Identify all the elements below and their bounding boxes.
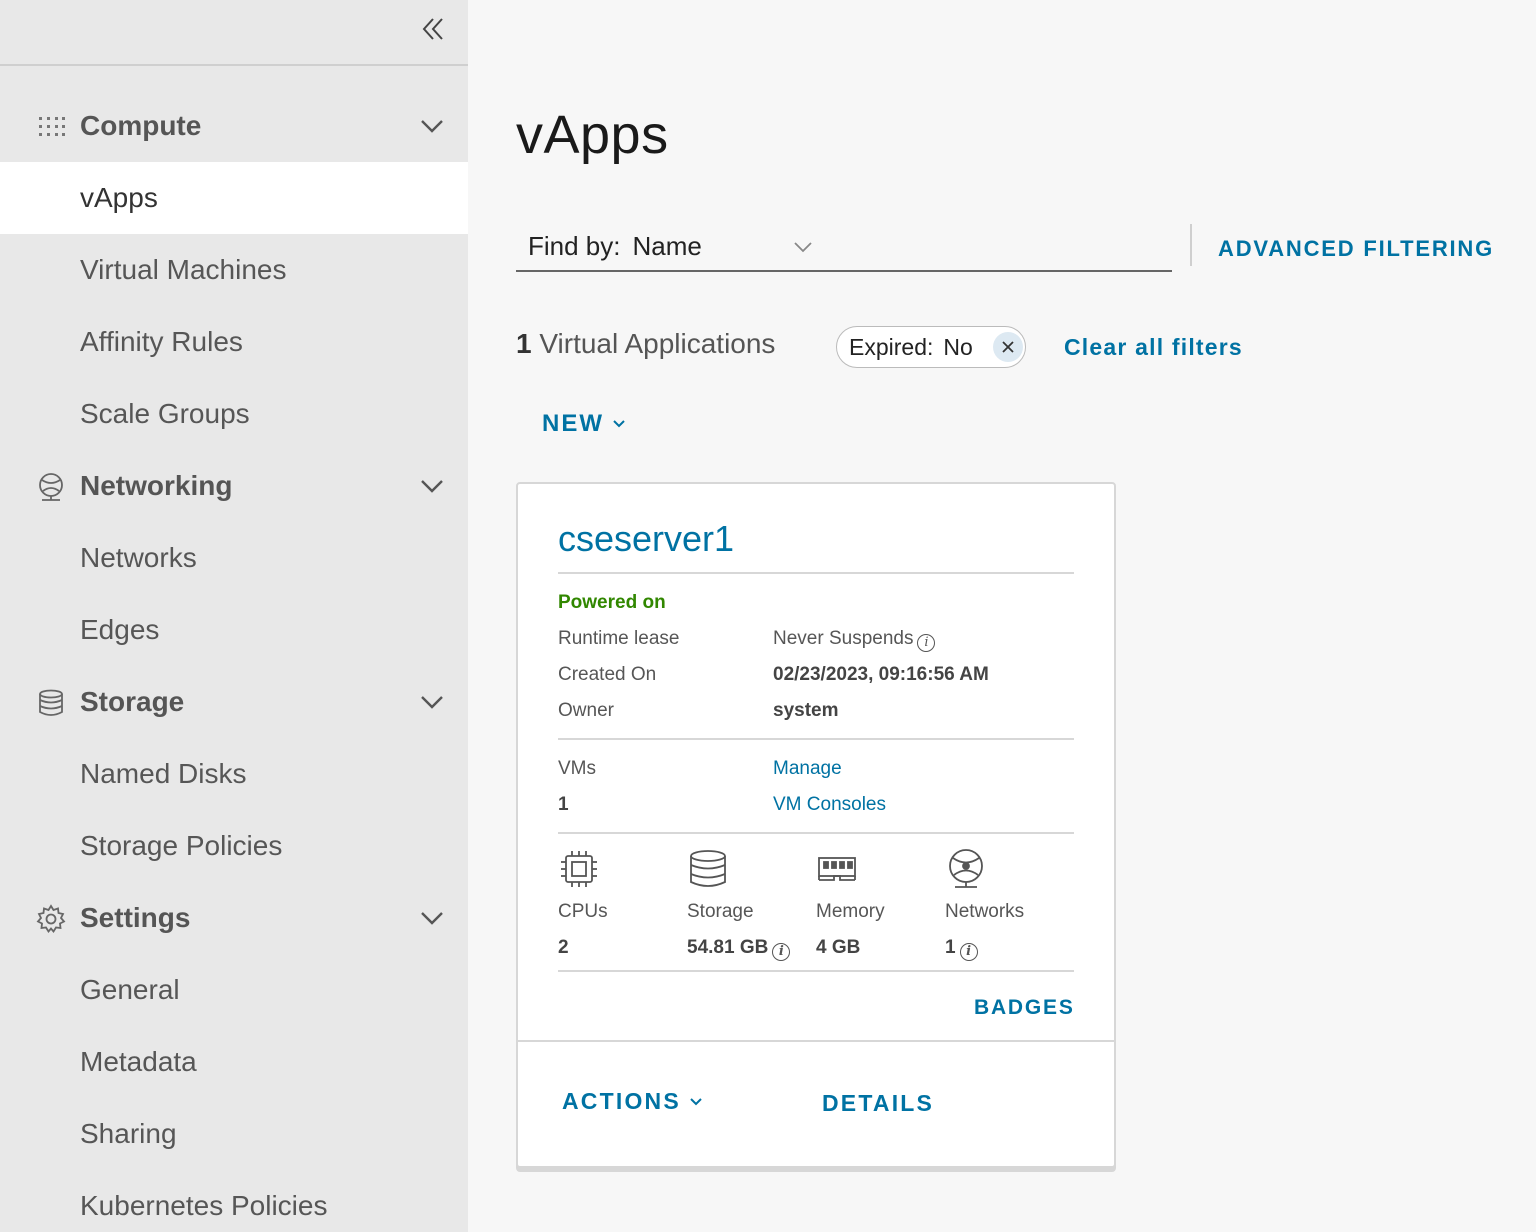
nav-group-settings[interactable]: Settings (0, 882, 468, 954)
chevron-down-icon (421, 696, 443, 709)
network-globe-icon (949, 849, 983, 888)
chevron-down-icon (421, 120, 443, 133)
vapp-count-label: Virtual Applications (539, 328, 776, 359)
new-button-label: NEW (542, 410, 604, 437)
card-divider (558, 832, 1074, 834)
info-icon[interactable]: i (917, 634, 936, 652)
page-title: vApps (516, 105, 669, 165)
info-icon[interactable]: i (959, 943, 978, 961)
close-icon (1002, 341, 1014, 353)
owner-label: Owner (558, 700, 614, 721)
vapp-name-link[interactable]: cseserver1 (558, 518, 734, 560)
storage-value: 54.81 GB i (687, 937, 827, 961)
gear-icon (36, 904, 66, 934)
nav-group-label: Compute (80, 110, 202, 141)
database-icon (690, 850, 726, 887)
runtime-lease-value: Never Suspends i (773, 628, 936, 652)
sidebar-item-metadata[interactable]: Metadata (0, 1026, 468, 1098)
cpus-label: CPUs (558, 901, 608, 922)
card-divider (558, 970, 1074, 972)
toolbar-separator (1190, 224, 1192, 266)
vapp-count-number: 1 (516, 328, 532, 359)
new-button[interactable]: NEW (542, 410, 626, 438)
badges-button[interactable]: BADGES (974, 996, 1075, 1020)
vapp-card: cseserver1 Powered on Runtime lease Neve… (516, 482, 1116, 1168)
sidebar-item-edges[interactable]: Edges (0, 594, 468, 666)
cpu-icon (561, 851, 597, 887)
created-on-label: Created On (558, 664, 657, 685)
sidebar-item-networks[interactable]: Networks (0, 522, 468, 594)
collapse-sidebar-button[interactable] (416, 12, 450, 46)
cpus-value: 2 (558, 937, 569, 958)
owner-value: system (773, 700, 839, 721)
resource-storage: Storage 54.81 GB i (687, 848, 827, 961)
sidebar-item-storage-policies[interactable]: Storage Policies (0, 810, 468, 882)
sidebar-item-virtual-machines[interactable]: Virtual Machines (0, 234, 468, 306)
actions-button[interactable]: ACTIONS (562, 1088, 703, 1115)
networks-label: Networks (945, 901, 1025, 922)
networks-value-text: 1 (945, 937, 956, 958)
sidebar-item-general[interactable]: General (0, 954, 468, 1026)
sidebar-item-sharing[interactable]: Sharing (0, 1098, 468, 1170)
chevron-down-icon (690, 1097, 702, 1105)
double-chevron-left-icon (422, 18, 443, 40)
nav-group-compute[interactable]: Compute (0, 90, 468, 162)
card-footer-divider (518, 1040, 1114, 1042)
nav-group-networking[interactable]: Networking (0, 450, 468, 522)
resource-networks: Networks 1i (945, 848, 1065, 961)
remove-filter-button[interactable] (993, 332, 1023, 362)
find-by-label: Find by: (528, 230, 621, 261)
power-status: Powered on (558, 592, 666, 613)
info-icon[interactable]: i (772, 943, 791, 961)
vm-consoles-link[interactable]: VM Consoles (773, 794, 886, 816)
sidebar-divider (0, 64, 468, 66)
chevron-down-icon (613, 420, 625, 428)
vms-count: 1 (558, 794, 569, 815)
find-by-select[interactable]: Find by: Name (516, 222, 1172, 272)
advanced-filtering-link[interactable]: ADVANCED FILTERING (1218, 236, 1494, 262)
sidebar-item-kubernetes-policies[interactable]: Kubernetes Policies (0, 1170, 468, 1232)
card-divider (558, 738, 1074, 740)
sidebar: Compute vApps Virtual Machines Affinity … (0, 0, 468, 1232)
chevron-down-icon (794, 242, 812, 253)
networks-value: 1i (945, 937, 1065, 961)
sidebar-item-affinity-rules[interactable]: Affinity Rules (0, 306, 468, 378)
sidebar-item-named-disks[interactable]: Named Disks (0, 738, 468, 810)
storage-value-text: 54.81 GB (687, 937, 769, 958)
sidebar-item-vapps[interactable]: vApps (0, 162, 468, 234)
filter-chip-expired: Expired: No (836, 326, 1026, 368)
storage-label: Storage (687, 901, 754, 922)
runtime-lease-text: Never Suspends (773, 628, 914, 649)
clear-all-filters-link[interactable]: Clear all filters (1064, 334, 1243, 361)
nav-group-storage[interactable]: Storage (0, 666, 468, 738)
memory-label: Memory (816, 901, 885, 922)
sidebar-item-scale-groups[interactable]: Scale Groups (0, 378, 468, 450)
vapp-count: 1 Virtual Applications (516, 328, 775, 360)
chevron-down-icon (421, 912, 443, 925)
memory-icon (818, 857, 856, 881)
manage-link[interactable]: Manage (773, 758, 842, 780)
chevron-down-icon (421, 480, 443, 493)
memory-value: 4 GB (816, 937, 861, 958)
resource-cpus: CPUs 2 (558, 848, 678, 959)
network-globe-icon (39, 473, 63, 501)
resource-memory: Memory 4 GB (816, 848, 936, 959)
card-divider (558, 572, 1074, 574)
filter-chip-value: No (943, 333, 973, 360)
actions-label: ACTIONS (562, 1088, 681, 1114)
filter-chip-key: Expired: (849, 333, 934, 360)
nav-group-label: Storage (80, 686, 185, 717)
nav-group-label: Networking (80, 470, 233, 501)
vms-label: VMs (558, 758, 596, 779)
details-button[interactable]: DETAILS (822, 1090, 934, 1117)
nav-group-label: Settings (80, 902, 191, 933)
database-icon (39, 689, 63, 716)
created-on-value: 02/23/2023, 09:16:56 AM (773, 664, 989, 685)
grid-icon (39, 117, 65, 136)
find-by-value: Name (632, 230, 702, 261)
runtime-lease-label: Runtime lease (558, 628, 680, 649)
